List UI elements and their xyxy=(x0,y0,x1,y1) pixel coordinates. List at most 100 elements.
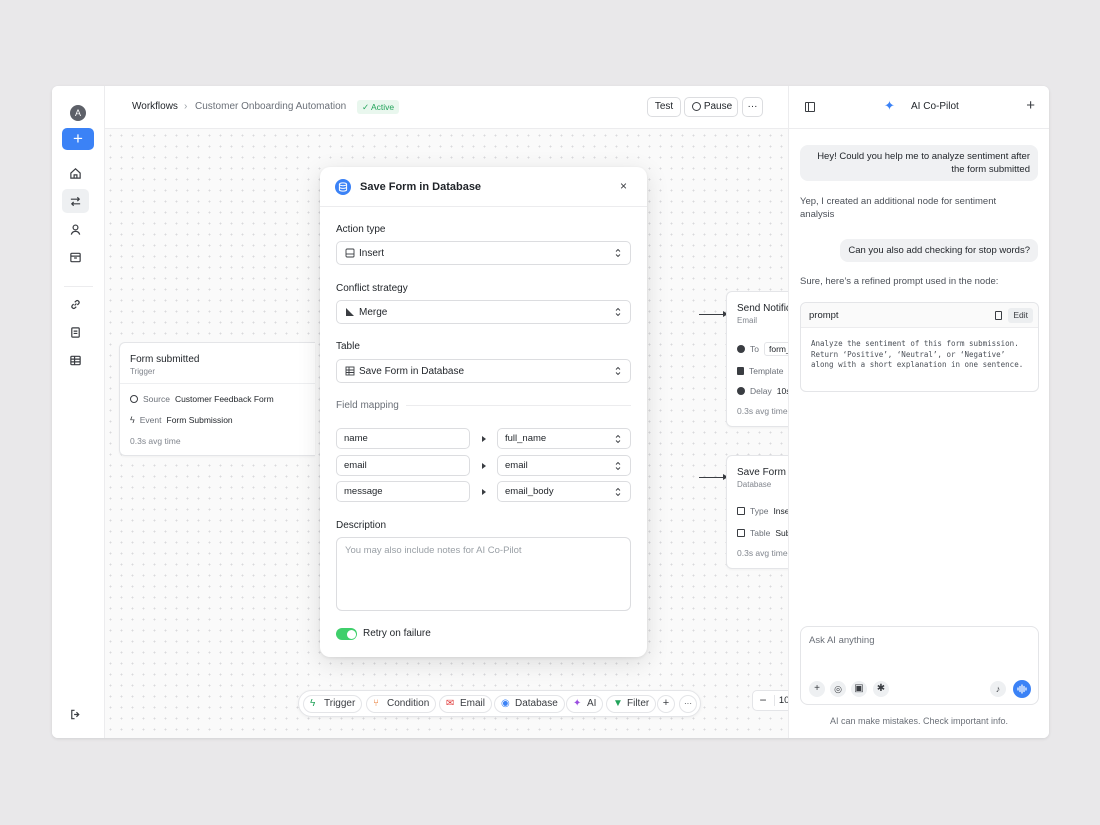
home-icon[interactable] xyxy=(62,161,89,185)
mapping-target-select[interactable]: full_name xyxy=(497,428,631,449)
node-row-type: Type Insert xyxy=(737,506,795,516)
row-key: Table xyxy=(750,528,771,538)
close-icon[interactable]: × xyxy=(620,179,627,193)
mapping-source-field[interactable]: name xyxy=(336,428,470,449)
action-type-select[interactable]: Insert xyxy=(336,241,631,265)
select-value: full_name xyxy=(505,433,547,444)
logout-icon[interactable] xyxy=(62,702,89,726)
chip-label: AI xyxy=(587,698,597,709)
breadcrumb-workflows[interactable]: Workflows xyxy=(132,101,178,112)
mapping-source-field[interactable]: message xyxy=(336,481,470,502)
node-row-delay: Delay 10s xyxy=(737,386,790,396)
copy-icon[interactable] xyxy=(995,311,1002,320)
asterisk-icon[interactable]: ✱ xyxy=(873,681,889,697)
row-value: Form Submission xyxy=(166,415,233,425)
table-icon xyxy=(345,366,355,376)
section-divider xyxy=(406,405,631,406)
sidebar-toggle-icon[interactable] xyxy=(805,102,815,112)
select-value: Merge xyxy=(359,307,388,318)
mapping-target-select[interactable]: email xyxy=(497,455,631,476)
ai-copilot-panel: ✦ AI Co-Pilot + Hey! Could you help me t… xyxy=(788,86,1049,738)
left-rail: A + xyxy=(52,86,105,738)
chevron-updown-icon xyxy=(615,307,621,317)
breadcrumb-current[interactable]: Customer Onboarding Automation xyxy=(195,101,346,112)
insert-icon xyxy=(737,507,745,515)
row-key: Source xyxy=(143,394,170,404)
new-chat-button[interactable]: + xyxy=(1026,97,1035,114)
attach-icon[interactable]: + xyxy=(809,681,825,697)
bolt-icon: ϟ xyxy=(130,415,135,425)
ask-input[interactable]: Ask AI anything + ◎ ▣ ✱ ♪ xyxy=(800,626,1039,705)
image-icon[interactable]: ▣ xyxy=(851,681,867,697)
node-row-source: Source Customer Feedback Form xyxy=(130,394,274,404)
row-key: Template xyxy=(749,366,784,376)
select-value: email xyxy=(505,460,528,471)
row-key: Event xyxy=(139,415,162,425)
row-key: Type xyxy=(750,506,769,516)
chip-label: Email xyxy=(460,698,486,709)
pause-button[interactable]: Pause xyxy=(684,97,738,117)
mapping-arrow-icon xyxy=(482,436,486,442)
mapping-source-field[interactable]: email xyxy=(336,455,470,476)
toolbar-database[interactable]: ◉ Database xyxy=(494,695,565,713)
trigger-node[interactable]: Form submitted Trigger Source Customer F… xyxy=(119,342,315,456)
retry-toggle[interactable] xyxy=(336,628,357,640)
ask-placeholder: Ask AI anything xyxy=(809,635,875,646)
select-value: email_body xyxy=(505,486,554,497)
more-button[interactable]: ··· xyxy=(742,97,763,117)
chat-message-user: Can you also add checking for stop words… xyxy=(840,239,1038,262)
toolbar-more-button[interactable]: ··· xyxy=(679,695,697,713)
bolt-icon: ϟ xyxy=(310,698,316,709)
workflows-icon[interactable] xyxy=(62,189,89,213)
disclaimer: AI can make mistakes. Check important in… xyxy=(829,716,1009,726)
table-icon[interactable] xyxy=(62,348,89,372)
test-label: Test xyxy=(654,101,674,112)
toolbar-condition[interactable]: ⑂ Condition xyxy=(366,695,437,713)
chevron-updown-icon xyxy=(615,366,621,376)
database-icon xyxy=(335,179,351,195)
mapping-arrow-icon xyxy=(482,489,486,495)
microphone-icon[interactable]: ♪ xyxy=(990,681,1006,697)
top-bar: Workflows › Customer Onboarding Automati… xyxy=(105,86,788,129)
conflict-strategy-select[interactable]: Merge xyxy=(336,300,631,324)
table-select[interactable]: Save Form in Database xyxy=(336,359,631,383)
mapping-arrow-icon xyxy=(482,463,486,469)
zoom-out-button[interactable]: − xyxy=(755,693,771,707)
waveform-icon xyxy=(1017,684,1027,694)
toolbar-ai[interactable]: ✦ AI xyxy=(566,695,604,713)
node-footer: 0.3s avg time xyxy=(737,548,788,558)
select-value: Save Form in Database xyxy=(359,366,465,377)
table-icon xyxy=(737,529,745,537)
template-icon xyxy=(737,367,744,375)
chip-label: Filter xyxy=(627,698,650,709)
chevron-updown-icon xyxy=(615,248,621,258)
save-form-modal: Save Form in Database × Action type Inse… xyxy=(320,167,647,657)
action-type-label: Action type xyxy=(336,224,386,235)
node-toolbar: ϟ Trigger ⑂ Condition ✉ Email ◉ Database ✦ AI… xyxy=(298,690,701,717)
mail-icon: ✉ xyxy=(446,698,455,709)
globe-icon[interactable]: ◎ xyxy=(830,681,846,697)
test-button[interactable]: Test xyxy=(647,97,681,117)
description-textarea[interactable]: You may also include notes for AI Co-Pil… xyxy=(336,537,631,611)
voice-mode-button[interactable] xyxy=(1013,680,1031,698)
toolbar-add-button[interactable]: + xyxy=(657,695,675,713)
row-key: To xyxy=(750,344,759,354)
archive-icon[interactable] xyxy=(62,245,89,269)
document-icon[interactable] xyxy=(62,320,89,344)
mapping-target-select[interactable]: email_body xyxy=(497,481,631,502)
link-icon[interactable] xyxy=(62,292,89,316)
row-key: Delay xyxy=(750,386,772,396)
merge-icon xyxy=(346,308,354,316)
conflict-strategy-label: Conflict strategy xyxy=(336,283,408,294)
edit-button[interactable]: Edit xyxy=(1008,308,1033,323)
row-value: Customer Feedback Form xyxy=(174,394,274,404)
chat-message-ai: Sure, here’s a refined prompt used in th… xyxy=(800,276,999,287)
toolbar-trigger[interactable]: ϟ Trigger xyxy=(303,695,363,713)
user-icon[interactable] xyxy=(62,217,89,241)
retry-label: Retry on failure xyxy=(363,628,431,639)
chip-label: Database xyxy=(515,698,558,709)
toolbar-email[interactable]: ✉ Email xyxy=(439,695,493,713)
avatar[interactable]: A xyxy=(70,105,86,121)
toolbar-filter[interactable]: ▼ Filter xyxy=(606,695,657,713)
create-button[interactable]: + xyxy=(62,128,94,150)
